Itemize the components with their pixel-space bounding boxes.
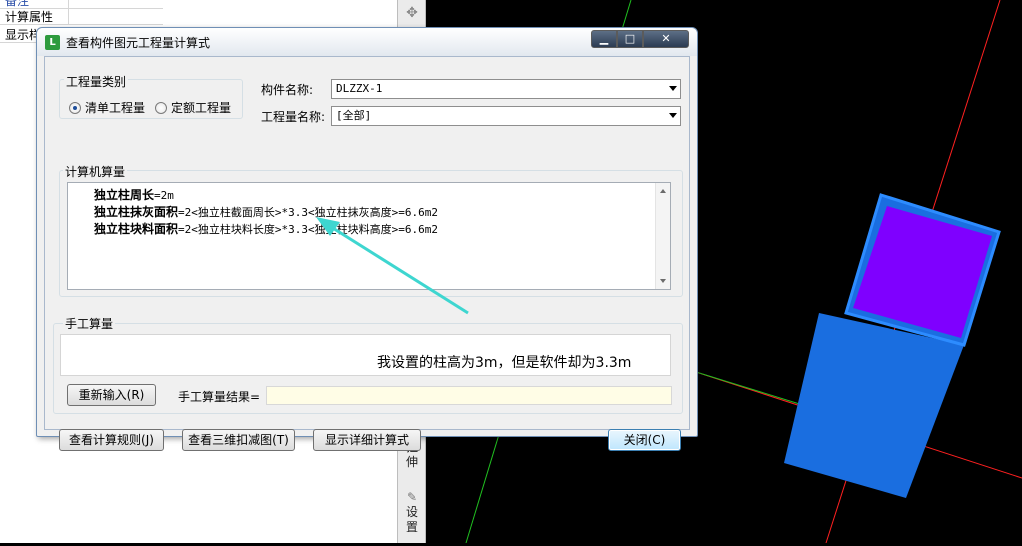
computer-calc-label: 计算机算量	[63, 163, 128, 180]
scroll-down-icon[interactable]	[660, 279, 666, 283]
vertical-scrollbar[interactable]	[655, 183, 670, 289]
axis-green-short	[695, 371, 807, 407]
dialog-title: 查看构件图元工程量计算式	[66, 36, 211, 50]
property-name: 备注	[0, 0, 69, 9]
calc-line: 独立柱块料面积=2<独立柱块料长度>*3.3<独立柱块料高度>=6.6m2	[94, 220, 438, 237]
radio-norm-label: 定额工程量	[171, 101, 232, 115]
calc-line-name: 独立柱周长	[94, 188, 155, 202]
property-name: 计算属性	[0, 9, 69, 25]
calc-line-name: 独立柱块料面积	[94, 222, 179, 236]
manual-calc-label: 手工算量	[63, 315, 116, 332]
manual-result-label: 手工算量结果=	[178, 390, 261, 404]
calc-line-formula: =2<独立柱块料长度>*3.3<独立柱块料高度>=6.6m2	[178, 223, 438, 236]
pencil-icon: ✎	[406, 490, 418, 504]
close-window-button[interactable]: ✕	[643, 30, 689, 48]
settings-tool[interactable]: ✎ 设 置	[401, 490, 423, 535]
quantity-name-value: [全部]	[336, 109, 372, 122]
calc-line-name: 独立柱抹灰面积	[94, 205, 179, 219]
quantity-name-select[interactable]: [全部]	[331, 106, 681, 126]
maximize-button[interactable]: □	[617, 30, 643, 48]
dialog-titlebar[interactable]: L 查看构件图元工程量计算式 ▁ □ ✕	[37, 28, 697, 56]
property-row[interactable]: 备注	[0, 0, 163, 9]
settings-label: 设	[405, 505, 418, 519]
chevron-down-icon	[669, 113, 677, 118]
app-icon: L	[45, 35, 60, 50]
show-detail-button[interactable]: 显示详细计算式	[313, 429, 421, 451]
move-icon[interactable]: ✥	[401, 6, 423, 21]
quantity-name-label: 工程量名称:	[261, 110, 326, 124]
block-front-face	[784, 313, 964, 498]
calc-line-formula: =2<独立柱截面周长>*3.3<独立柱抹灰高度>=6.6m2	[178, 206, 438, 219]
property-row[interactable]: 计算属性	[0, 9, 163, 25]
radio-unselected-icon	[155, 101, 167, 114]
chevron-down-icon	[669, 86, 677, 91]
calc-line-formula: =2m	[154, 189, 174, 202]
radio-norm-quantity[interactable]: 定额工程量	[155, 99, 231, 116]
quantity-type-label: 工程量类别	[64, 73, 129, 90]
radio-bill-label: 清单工程量	[85, 101, 146, 115]
settings-label-2: 置	[405, 520, 418, 534]
calc-line: 独立柱抹灰面积=2<独立柱截面周长>*3.3<独立柱抹灰高度>=6.6m2	[94, 203, 438, 220]
component-name-select[interactable]: DLZZX-1	[331, 79, 681, 99]
annotation-text: 我设置的柱高为3m，但是软件却为3.3m	[377, 355, 632, 371]
close-button[interactable]: 关闭(C)	[608, 429, 681, 451]
radio-selected-icon	[69, 101, 81, 114]
dialog-body: 工程量类别 清单工程量 定额工程量 构件名称: DLZZX-1 工程量名称: […	[44, 56, 690, 451]
reenter-button[interactable]: 重新输入(R)	[67, 384, 156, 406]
manual-result-field[interactable]	[266, 386, 672, 405]
stretch-label-2: 伸	[405, 455, 418, 469]
quantity-formula-dialog: L 查看构件图元工程量计算式 ▁ □ ✕ 工程量类别 清单工程量 定额工程量 构…	[36, 27, 698, 451]
manual-calc-input[interactable]: 我设置的柱高为3m，但是软件却为3.3m	[60, 334, 671, 376]
radio-bill-quantity[interactable]: 清单工程量	[69, 99, 145, 116]
component-name-label: 构件名称:	[261, 83, 314, 97]
calc-line: 独立柱周长=2m	[94, 186, 174, 203]
computer-calc-text[interactable]: 独立柱周长=2m 独立柱抹灰面积=2<独立柱截面周长>*3.3<独立柱抹灰高度>…	[67, 182, 671, 290]
view-3d-deduction-button[interactable]: 查看三维扣减图(T)	[182, 429, 295, 451]
minimize-button[interactable]: ▁	[591, 30, 617, 48]
view-rules-button[interactable]: 查看计算规则(J)	[59, 429, 164, 451]
component-name-value: DLZZX-1	[336, 82, 383, 95]
scroll-up-icon[interactable]	[660, 189, 666, 193]
